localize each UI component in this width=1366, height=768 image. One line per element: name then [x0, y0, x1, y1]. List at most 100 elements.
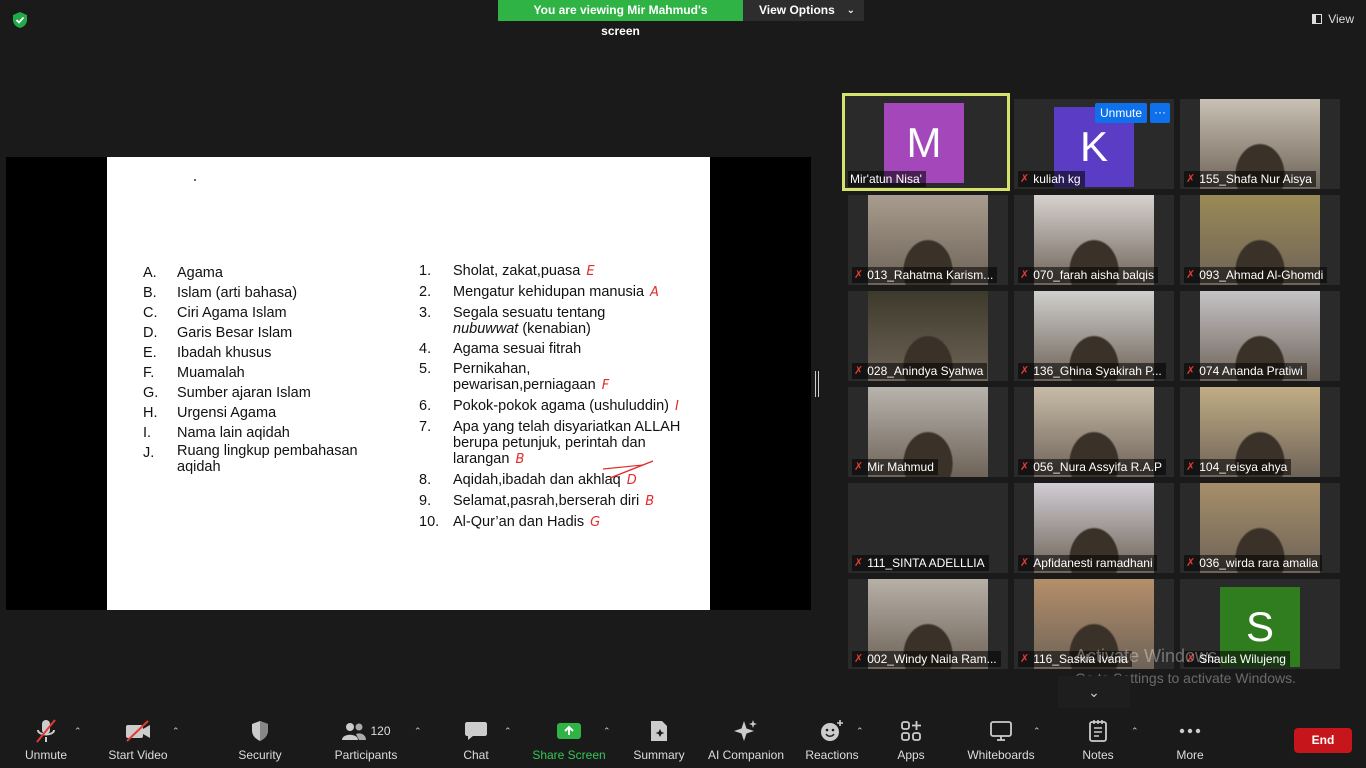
view-button[interactable]: View [1308, 8, 1358, 30]
participant-tile[interactable]: ✗ 028_Anindya Syahwa [848, 291, 1008, 381]
tile-more-button[interactable]: ··· [1150, 103, 1170, 123]
participant-name-label: Mir'atun Nisa' [848, 171, 926, 187]
slide-right-list: 1. Sholat, zakat,puasa E 2. Mengatur kehidup… [419, 263, 689, 535]
slide-item-key: 10. [419, 514, 440, 530]
mic-muted-icon: ✗ [1020, 557, 1030, 569]
share-options-caret-icon[interactable]: ⌃ [603, 726, 611, 737]
slide-item-text-wrap: Selamat,pasrah,berserah diri B [453, 493, 689, 510]
participant-name: Mir'atun Nisa' [850, 172, 922, 186]
participant-tile[interactable]: ✗ 104_reisya ahya [1180, 387, 1340, 477]
slide-right-item: 1. Sholat, zakat,puasa E [419, 263, 689, 280]
security-shield-icon [249, 718, 271, 744]
notes-label: Notes [1082, 748, 1114, 762]
chat-button[interactable]: Chat [459, 718, 493, 766]
slide-item-text-wrap: Al-Qur’an dan Hadis G [453, 514, 689, 531]
whiteboards-button[interactable]: Whiteboards [966, 718, 1036, 766]
participant-tile[interactable]: ✗ Apfidanesti ramadhani [1014, 483, 1174, 573]
participant-tile[interactable]: ✗ 093_Ahmad Al-Ghomdi [1180, 195, 1340, 285]
participants-caret-icon[interactable]: ⌃ [414, 726, 422, 737]
participant-name-label: ✗ 155_Shafa Nur Aisya [1184, 171, 1316, 187]
participant-tile[interactable]: ✗ 002_Windy Naila Ram... [848, 579, 1008, 669]
participant-name: 093_Ahmad Al-Ghomdi [1199, 268, 1324, 282]
participant-name-label: ✗ Mir Mahmud [852, 459, 938, 475]
slide-item-text: Islam (arti bahasa) [177, 285, 298, 301]
mic-muted-icon: ✗ [1186, 461, 1196, 473]
slide-left-list: A. Agama B. Islam (arti bahasa) C. Ciri Agama… [143, 263, 383, 475]
panel-resize-handle[interactable] [815, 371, 819, 397]
security-button[interactable]: Security [237, 718, 283, 766]
more-button[interactable]: More [1172, 718, 1208, 766]
slide-item-text-wrap: Pernikahan, pewarisan,perniagaan F [453, 361, 689, 394]
reactions-caret-icon[interactable]: ⌃ [856, 726, 864, 737]
apps-icon [899, 718, 923, 744]
summary-button[interactable]: Summary [632, 718, 686, 766]
handwritten-answer-mark: B [515, 452, 525, 467]
audio-options-caret-icon[interactable]: ⌃ [74, 726, 82, 737]
participants-button[interactable]: 120 Participants [333, 718, 399, 766]
summary-doc-icon [649, 718, 669, 744]
participant-name: 013_Rahatma Karism... [867, 268, 994, 282]
video-options-caret-icon[interactable]: ⌃ [172, 726, 180, 737]
unmute-button[interactable]: Unmute [23, 718, 69, 766]
end-meeting-button[interactable]: End [1294, 728, 1352, 753]
whiteboards-caret-icon[interactable]: ⌃ [1033, 726, 1041, 737]
slide-item-text: Muamalah [177, 365, 245, 381]
participant-name: kuliah kg [1033, 172, 1081, 186]
mic-muted-icon: ✗ [1020, 653, 1030, 665]
shared-screen[interactable]: A. Agama B. Islam (arti bahasa) C. Ciri Agama… [6, 157, 811, 610]
security-label: Security [238, 748, 282, 762]
slide-right-item: 8. Aqidah,ibadah dan akhlaq D [419, 472, 689, 489]
slide-item-text: Segala sesuatu tentang [453, 305, 606, 321]
chat-caret-icon[interactable]: ⌃ [504, 726, 512, 737]
participant-tile[interactable]: ✗ 070_farah aisha balqis [1014, 195, 1174, 285]
slide-item-key: 1. [419, 263, 432, 279]
tile-unmute-button[interactable]: Unmute [1095, 103, 1148, 123]
participant-name-label: ✗ Apfidanesti ramadhani [1018, 555, 1157, 571]
share-screen-icon [556, 718, 582, 744]
mic-muted-icon: ✗ [1186, 269, 1196, 281]
participant-tile[interactable]: ✗ 074 Ananda Pratiwi [1180, 291, 1340, 381]
slide-right-item: 10. Al-Qur’an dan Hadis G [419, 514, 689, 531]
participant-tile[interactable]: ✗ 056_Nura Assyifa R.A.P [1014, 387, 1174, 477]
slide-dot [194, 179, 196, 181]
mic-muted-icon: ✗ [1020, 461, 1030, 473]
participant-tile[interactable]: ✗ 155_Shafa Nur Aisya [1180, 99, 1340, 189]
slide-item-key: 2. [419, 284, 432, 300]
slide-item-text: Garis Besar Islam [177, 325, 293, 341]
slide-item-key: I. [143, 425, 152, 441]
participant-tile[interactable]: ✗ 013_Rahatma Karism... [848, 195, 1008, 285]
mic-muted-icon: ✗ [854, 557, 864, 569]
participant-tile[interactable]: ✗ 036_wirda rara amalia [1180, 483, 1340, 573]
apps-button[interactable]: Apps [895, 718, 927, 766]
view-options-button[interactable]: View Options ⌄ [743, 0, 864, 21]
slide-item-text-wrap: Pokok-pokok agama (ushuluddin) I [453, 398, 689, 415]
encryption-shield-icon[interactable] [11, 11, 29, 29]
notes-caret-icon[interactable]: ⌃ [1131, 726, 1139, 737]
participant-name: 136_Ghina Syakirah P... [1033, 364, 1162, 378]
summary-label: Summary [633, 748, 685, 762]
slide-left-item: F. Muamalah [143, 363, 383, 383]
share-screen-button[interactable]: Share Screen [532, 718, 606, 766]
slide-item-text: (kenabian) [522, 321, 591, 337]
reactions-button[interactable]: Reactions [804, 718, 860, 766]
slide-item-key: C. [143, 305, 158, 321]
notes-button[interactable]: Notes [1081, 718, 1115, 766]
slide-item-italic: nubuwwat [453, 321, 519, 337]
slide-item-text-wrap: Agama sesuai fitrah [453, 341, 689, 357]
handwritten-answer-mark: B [645, 494, 655, 509]
slide-right-item: 6. Pokok-pokok agama (ushuluddin) I [419, 398, 689, 415]
participant-tile[interactable]: M Mir'atun Nisa' [842, 93, 1010, 191]
start-video-button[interactable]: Start Video [108, 718, 168, 766]
ai-companion-button[interactable]: AI Companion [706, 718, 786, 766]
chat-icon [464, 718, 488, 744]
slide-left-item: J. Ruang lingkup pembahasan aqidah [143, 443, 383, 475]
participant-name: 104_reisya ahya [1199, 460, 1288, 474]
ai-companion-label: AI Companion [707, 748, 785, 762]
participant-name-label: ✗ 056_Nura Assyifa R.A.P [1018, 459, 1166, 475]
participant-tile[interactable]: ✗ Mir Mahmud [848, 387, 1008, 477]
participant-tile[interactable]: ✗ 136_Ghina Syakirah P... [1014, 291, 1174, 381]
mic-muted-icon: ✗ [854, 461, 864, 473]
gallery-scroll-down-button[interactable]: ⌄ [1058, 676, 1130, 708]
participant-tile[interactable]: ✗ 111_SINTA ADELLLIA [848, 483, 1008, 573]
participant-name-label: ✗ 093_Ahmad Al-Ghomdi [1184, 267, 1328, 283]
